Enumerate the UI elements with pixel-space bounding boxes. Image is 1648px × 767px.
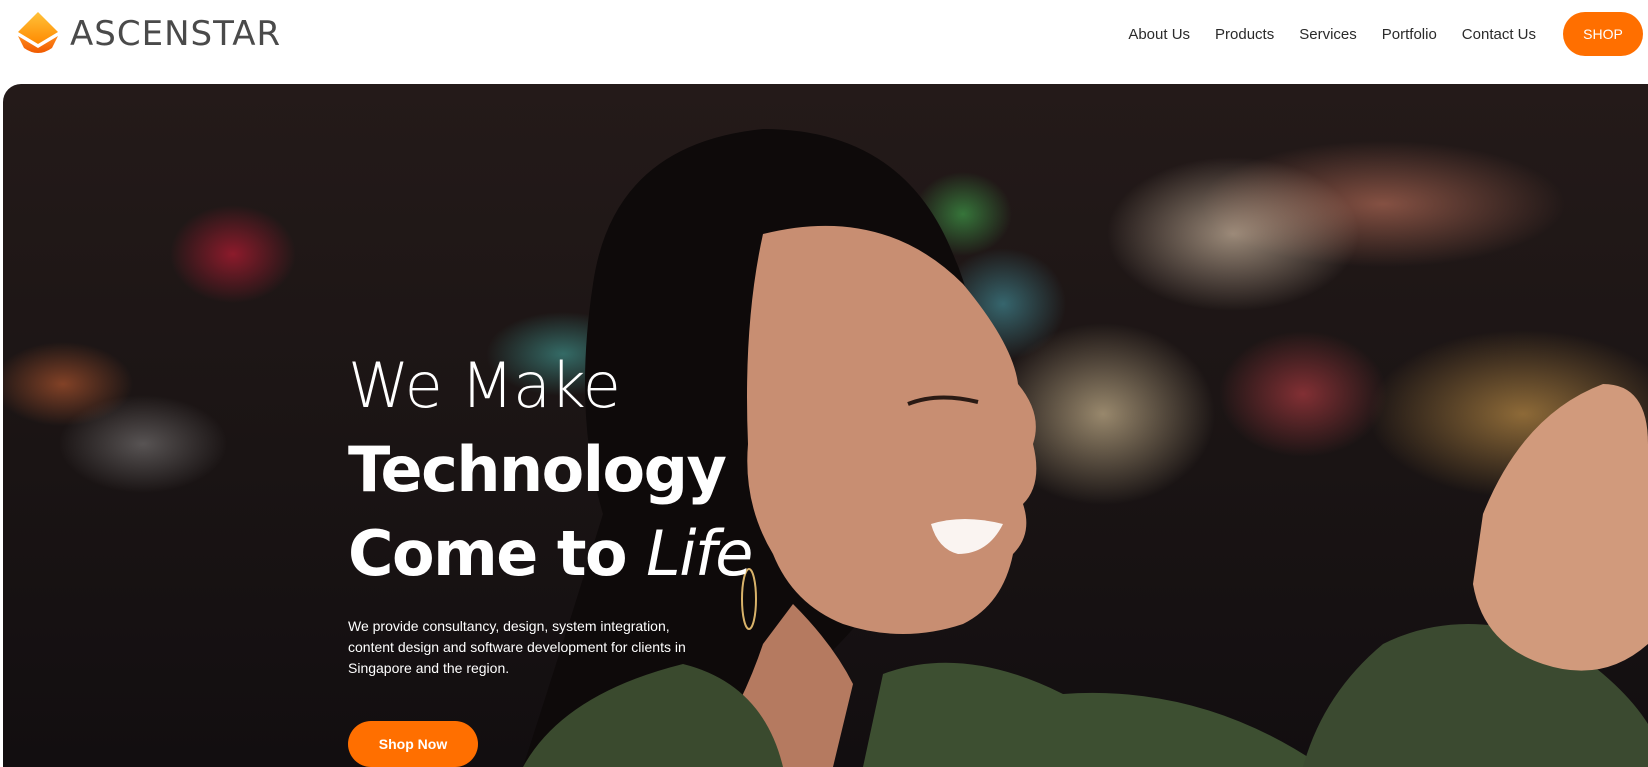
hero-headline-line3: Come to Life (348, 512, 868, 596)
shop-now-button[interactable]: Shop Now (348, 721, 478, 767)
site-header: ASCENSTAR About Us Products Services Por… (0, 0, 1648, 84)
hero-content: We Make Technology Come to Life We provi… (348, 344, 868, 679)
hero-headline-line3-prefix: Come to (348, 517, 647, 590)
hero-headline-line2: Technology (348, 433, 727, 506)
nav-portfolio[interactable]: Portfolio (1382, 26, 1437, 43)
hero-description: We provide consultancy, design, system i… (348, 618, 686, 676)
nav-about-us[interactable]: About Us (1128, 26, 1190, 43)
main-nav: About Us Products Services Portfolio Con… (1103, 20, 1536, 48)
brand-logo[interactable]: ASCENSTAR (12, 6, 281, 62)
hero-banner: We Make Technology Come to Life We provi… (3, 84, 1648, 767)
nav-contact-us[interactable]: Contact Us (1462, 26, 1536, 43)
ascenstar-logo-icon (18, 12, 58, 53)
hero-headline-line1: We Make (348, 349, 621, 422)
nav-services[interactable]: Services (1299, 26, 1357, 43)
nav-products[interactable]: Products (1215, 26, 1274, 43)
hero-headline-italic-word: Life (646, 517, 753, 590)
shop-button[interactable]: SHOP (1563, 12, 1643, 56)
brand-name: ASCENSTAR (70, 14, 282, 54)
